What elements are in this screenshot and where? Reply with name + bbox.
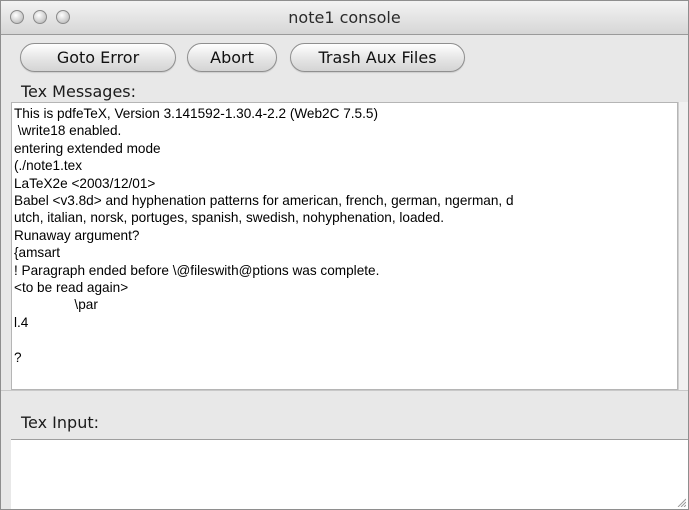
tex-input-field[interactable] (11, 439, 688, 509)
toolbar: Goto Error Abort Trash Aux Files (1, 43, 688, 77)
divider (1, 390, 688, 391)
tex-messages-area[interactable]: This is pdfeTeX, Version 3.141592-1.30.4… (11, 102, 678, 390)
window-title: note1 console (288, 8, 401, 27)
console-window: note1 console Goto Error Abort Trash Aux… (0, 0, 689, 510)
messages-scrollbar[interactable] (678, 102, 688, 390)
goto-error-button[interactable]: Goto Error (20, 43, 176, 72)
tex-messages-label: Tex Messages: (21, 82, 137, 101)
trash-aux-files-button[interactable]: Trash Aux Files (290, 43, 465, 72)
title-bar[interactable]: note1 console (1, 1, 688, 35)
abort-button[interactable]: Abort (187, 43, 277, 72)
tex-input-label: Tex Input: (21, 413, 99, 432)
tex-messages-text: This is pdfeTeX, Version 3.141592-1.30.4… (14, 106, 514, 365)
resize-grip-icon[interactable] (676, 497, 686, 507)
